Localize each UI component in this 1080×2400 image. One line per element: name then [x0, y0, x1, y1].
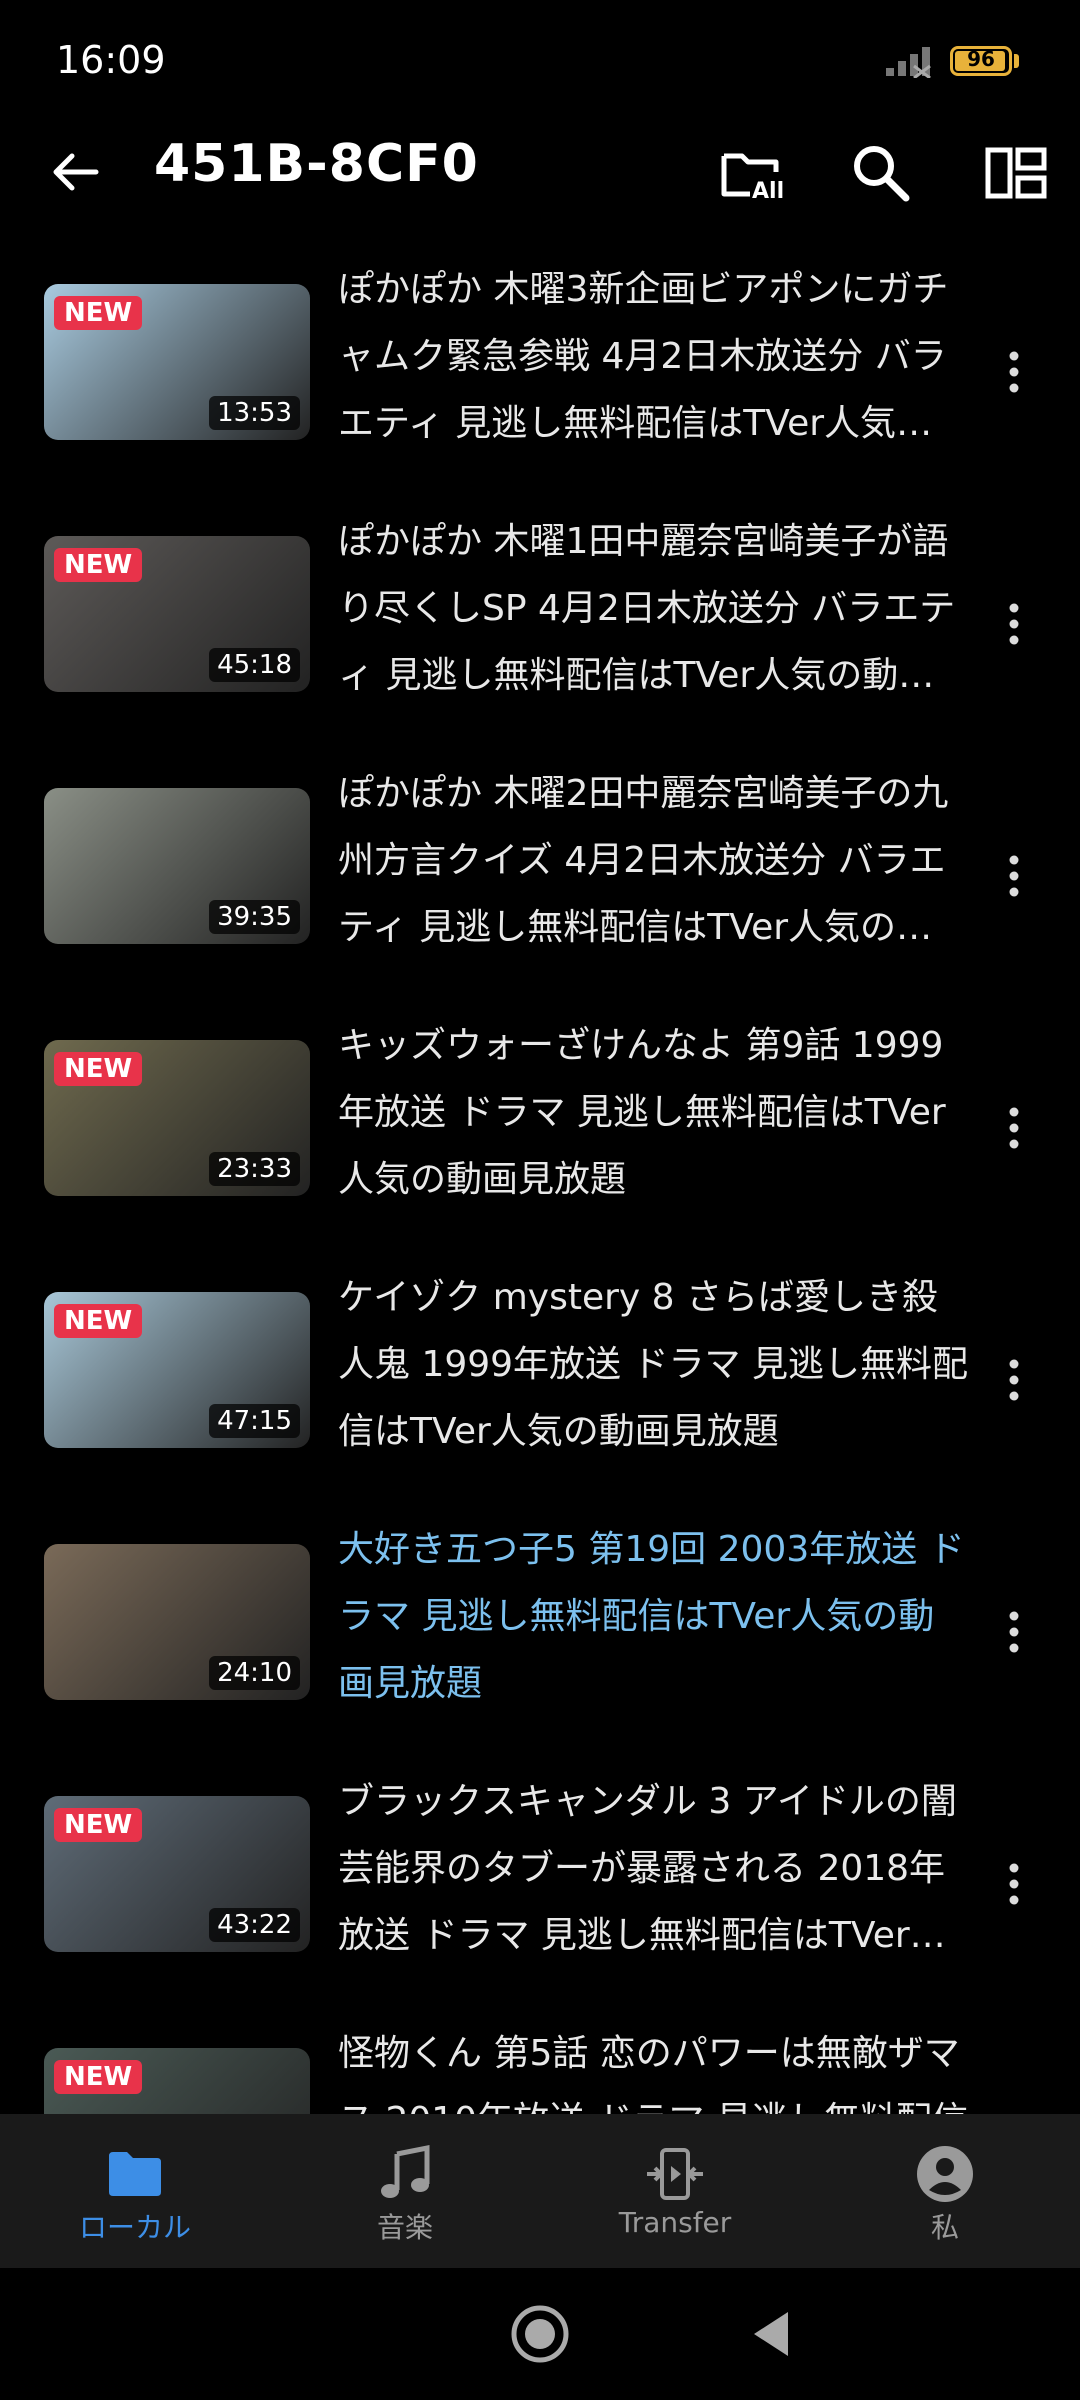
video-duration: 13:53: [209, 396, 300, 430]
status-bar: 16:09 96: [0, 0, 1080, 120]
video-duration: 24:10: [209, 1656, 300, 1690]
music-icon: [381, 2144, 430, 2198]
nav-music[interactable]: 音楽: [270, 2114, 540, 2268]
folder-all-icon[interactable]: All: [716, 138, 786, 208]
new-badge: NEW: [54, 1808, 143, 1842]
video-thumbnail[interactable]: NEW 23:33: [44, 1040, 310, 1196]
more-options-icon[interactable]: [994, 342, 1034, 402]
video-list: NEW 13:53 ぽかぽか 木曜3新企画ビアポンにガチャムク緊急参戦 4月2日木放…: [0, 248, 1080, 2114]
video-list-item[interactable]: 24:10 大好き五つ子5 第19回 2003年放送 ドラマ 見逃し無料配信はTV…: [0, 1508, 1080, 1760]
video-duration: 47:15: [209, 1404, 300, 1438]
status-time: 16:09: [56, 38, 166, 82]
nav-music-label: 音楽: [376, 2211, 433, 2244]
signal-icon: [886, 47, 931, 78]
video-duration: 23:33: [209, 1152, 300, 1186]
new-badge: NEW: [54, 296, 143, 330]
svg-text:All: All: [752, 179, 784, 204]
nav-me-label: 私: [930, 2211, 959, 2244]
video-title[interactable]: ぽかぽか 木曜3新企画ビアポンにガチャムク緊急参戦 4月2日木放送分 バラエティ…: [338, 256, 968, 460]
video-thumbnail[interactable]: NEW 43:22: [44, 1796, 310, 1952]
folder-icon: [109, 2152, 161, 2196]
transfer-icon: [647, 2148, 703, 2200]
nav-me[interactable]: 私: [810, 2114, 1080, 2268]
video-title[interactable]: 怪物くん 第5話 恋のパワーは無敵ザマス 2010年放送 ドラマ 見逃し無料配信…: [338, 2020, 968, 2114]
home-button-icon[interactable]: [510, 2304, 570, 2364]
video-duration: 43:22: [209, 1908, 300, 1942]
new-badge: NEW: [54, 548, 143, 582]
video-list-item[interactable]: NEW 47:15 ケイゾク mystery 8 さらば愛しき殺人鬼 1999年放送…: [0, 1256, 1080, 1508]
battery-icon: 96: [950, 46, 1012, 76]
nav-transfer[interactable]: Transfer: [540, 2114, 810, 2268]
video-title[interactable]: キッズウォーざけんなよ 第9話 1999年放送 ドラマ 見逃し無料配信はTVer…: [338, 1012, 968, 1216]
nav-local[interactable]: ローカル: [0, 2114, 270, 2268]
video-thumbnail[interactable]: NEW 13:53: [44, 284, 310, 440]
video-list-item[interactable]: 39:35 ぽかぽか 木曜2田中麗奈宮崎美子の九州方言クイズ 4月2日木放送分 バ…: [0, 752, 1080, 1004]
nav-transfer-label: Transfer: [618, 2206, 732, 2239]
layout-toggle-icon[interactable]: [980, 138, 1050, 208]
more-options-icon[interactable]: [994, 594, 1034, 654]
video-duration: 45:18: [209, 648, 300, 682]
back-button-icon[interactable]: [748, 2308, 792, 2360]
video-title[interactable]: ぽかぽか 木曜1田中麗奈宮崎美子が語り尽くしSP 4月2日木放送分 バラエティ …: [338, 508, 968, 712]
video-title[interactable]: ブラックスキャンダル 3 アイドルの闇芸能界のタブーが暴露される 2018年放送…: [338, 1768, 968, 1972]
video-list-item[interactable]: NEW 23:33 キッズウォーざけんなよ 第9話 1999年放送 ドラマ 見逃し無…: [0, 1004, 1080, 1256]
more-options-icon[interactable]: [994, 846, 1034, 906]
bottom-nav: ローカル 音楽 Transfer 私: [0, 2114, 1080, 2268]
more-options-icon[interactable]: [994, 1098, 1034, 1158]
video-thumbnail[interactable]: NEW 45:18: [44, 536, 310, 692]
search-icon[interactable]: [846, 138, 916, 208]
new-badge: NEW: [54, 1304, 143, 1338]
video-list-item[interactable]: NEW 43:22 ブラックスキャンダル 3 アイドルの闇芸能界のタブーが暴露される…: [0, 1760, 1080, 2012]
video-title[interactable]: 大好き五つ子5 第19回 2003年放送 ドラマ 見逃し無料配信はTVer人気の…: [338, 1516, 968, 1720]
video-list-item[interactable]: NEW 13:53 ぽかぽか 木曜3新企画ビアポンにガチャムク緊急参戦 4月2日木放…: [0, 248, 1080, 500]
new-badge: NEW: [54, 2060, 143, 2094]
video-thumbnail[interactable]: 39:35: [44, 788, 310, 944]
app-bar: 451B-8CF0 All: [0, 120, 1080, 220]
system-nav-bar: [0, 2268, 1080, 2400]
video-title[interactable]: ケイゾク mystery 8 さらば愛しき殺人鬼 1999年放送 ドラマ 見逃し…: [338, 1264, 968, 1468]
video-list-item[interactable]: NEW 怪物くん 第5話 恋のパワーは無敵ザマス 2010年放送 ドラマ 見逃し無…: [0, 2012, 1080, 2114]
video-title[interactable]: ぽかぽか 木曜2田中麗奈宮崎美子の九州方言クイズ 4月2日木放送分 バラエティ …: [338, 760, 968, 964]
more-options-icon[interactable]: [994, 1854, 1034, 1914]
battery-tip: [1014, 54, 1019, 68]
account-icon: [917, 2146, 973, 2202]
video-thumbnail[interactable]: 24:10: [44, 1544, 310, 1700]
more-options-icon[interactable]: [994, 2106, 1034, 2114]
video-list-item[interactable]: NEW 45:18 ぽかぽか 木曜1田中麗奈宮崎美子が語り尽くしSP 4月2日木放送…: [0, 500, 1080, 752]
new-badge: NEW: [54, 1052, 143, 1086]
video-thumbnail[interactable]: NEW: [44, 2048, 310, 2114]
more-options-icon[interactable]: [994, 1350, 1034, 1410]
battery-level: 96: [967, 47, 995, 71]
back-arrow-icon[interactable]: [44, 140, 108, 204]
video-duration: 39:35: [209, 900, 300, 934]
nav-local-label: ローカル: [78, 2211, 191, 2244]
more-options-icon[interactable]: [994, 1602, 1034, 1662]
page-title: 451B-8CF0: [154, 134, 479, 194]
video-thumbnail[interactable]: NEW 47:15: [44, 1292, 310, 1448]
